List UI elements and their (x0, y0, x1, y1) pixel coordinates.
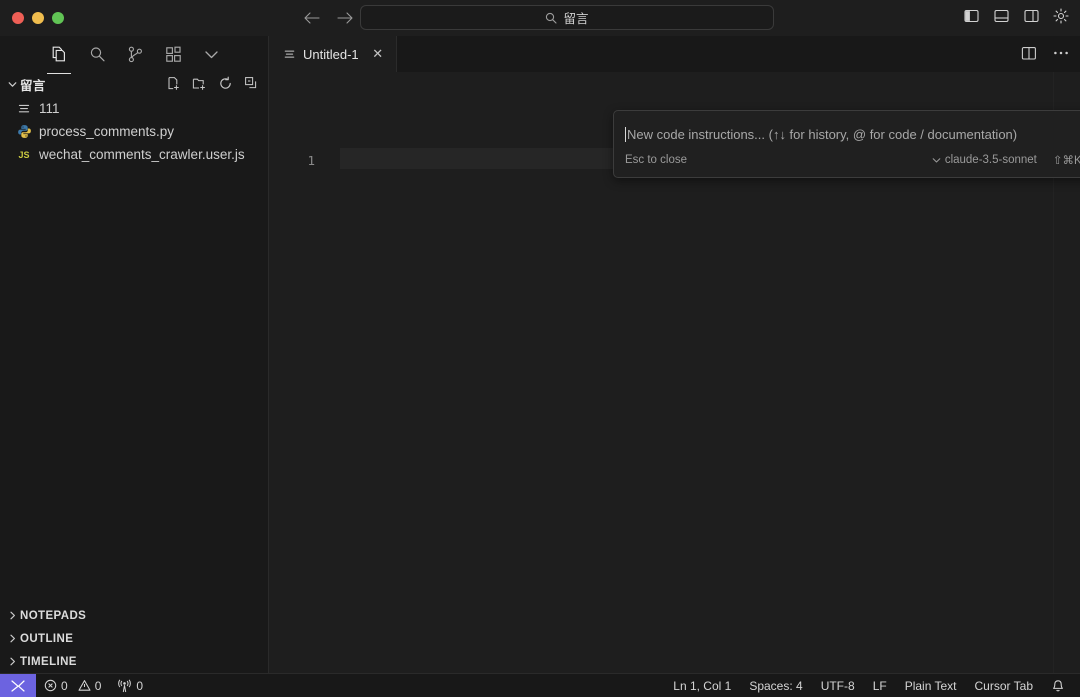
ports-count: 0 (136, 678, 144, 693)
tab-label: Untitled-1 (303, 46, 359, 62)
list-item[interactable]: process_comments.py (0, 120, 268, 143)
search-icon (545, 12, 558, 24)
status-encoding[interactable]: UTF-8 (812, 674, 864, 697)
ai-popup-footer-right: claude-3.5-sonnet ⇧⌘K to toggle (932, 153, 1080, 167)
navigation-buttons (300, 8, 356, 28)
activity-item-search[interactable] (78, 37, 116, 71)
maximize-window-button[interactable] (52, 12, 64, 24)
ai-prompt-input[interactable]: New code instructions... (↑↓ for history… (625, 124, 1080, 144)
javascript-file-icon: JS (16, 147, 32, 163)
status-bar-right: Ln 1, Col 1 Spaces: 4 UTF-8 LF Plain Tex… (664, 674, 1080, 697)
chevron-down-icon (4, 79, 20, 90)
explorer-actions (165, 75, 260, 92)
error-circle-icon (44, 679, 57, 692)
esc-hint-label: Esc to close (625, 154, 687, 166)
error-count: 0 (61, 678, 68, 693)
notifications-bell-icon[interactable] (1042, 674, 1074, 697)
status-language-mode[interactable]: Plain Text (896, 674, 966, 697)
search-input-value: 留言 (563, 12, 589, 26)
inline-ai-prompt-popup[interactable]: ✕ New code instructions... (↑↓ for histo… (613, 110, 1080, 178)
new-file-icon[interactable] (165, 75, 182, 92)
activity-item-explorer[interactable] (40, 37, 78, 74)
model-selector[interactable]: claude-3.5-sonnet (932, 154, 1037, 166)
editor-actions (1020, 44, 1070, 62)
explorer-folder-header[interactable]: 留言 (0, 72, 268, 97)
activity-item-source-control[interactable] (116, 37, 154, 71)
chevron-down-icon (932, 157, 941, 164)
status-cursor-tab[interactable]: Cursor Tab (966, 674, 1042, 697)
refresh-icon[interactable] (217, 75, 234, 92)
text-file-icon (283, 48, 296, 61)
close-window-button[interactable] (12, 12, 24, 24)
layout-panel-bottom-icon[interactable] (992, 7, 1010, 25)
status-bar: 0 0 0 Ln 1, Col 1 Spaces: 4 UTF-8 LF Pla… (0, 673, 1080, 697)
radio-tower-icon (117, 678, 132, 693)
file-name: 111 (39, 101, 60, 116)
line-number: 1 (307, 153, 315, 168)
editor-group: Untitled-1 ✕ 1 ✕ New code ins (269, 36, 1080, 673)
status-end-of-line[interactable]: LF (864, 674, 896, 697)
layout-sidebar-right-icon[interactable] (1022, 7, 1040, 25)
model-name-label: claude-3.5-sonnet (944, 154, 1037, 166)
ai-popup-footer: Esc to close claude-3.5-sonnet ⇧⌘K to to… (625, 152, 1080, 168)
text-file-icon (16, 101, 32, 117)
sidebar-collapsed-sections: NOTEPADS OUTLINE TIMELINE (0, 604, 269, 673)
warning-count: 0 (94, 678, 102, 693)
split-editor-icon[interactable] (1020, 44, 1038, 62)
section-label: OUTLINE (20, 632, 74, 645)
python-file-icon (16, 124, 32, 140)
collapse-all-icon[interactable] (243, 75, 260, 92)
file-name: wechat_comments_crawler.user.js (39, 147, 245, 162)
section-label: NOTEPADS (20, 609, 87, 622)
activity-item-extensions[interactable] (154, 37, 192, 71)
warning-triangle-icon (78, 679, 91, 692)
javascript-badge-label: JS (18, 149, 30, 160)
chevron-right-icon (4, 656, 20, 667)
go-back-icon[interactable] (300, 8, 322, 28)
chevron-right-icon (4, 633, 20, 644)
primary-sidebar: 留言 111 process_comments.py JS wechat_com… (0, 36, 269, 673)
activity-item-more-views[interactable] (192, 37, 230, 71)
text-caret (625, 126, 626, 142)
status-cursor-position[interactable]: Ln 1, Col 1 (664, 674, 740, 697)
sidebar-section-notepads[interactable]: NOTEPADS (0, 604, 269, 627)
status-problems-errors[interactable]: 0 0 (36, 674, 109, 697)
go-forward-icon[interactable] (334, 8, 356, 28)
status-ports-forwarded[interactable]: 0 (109, 674, 151, 697)
status-indentation[interactable]: Spaces: 4 (740, 674, 811, 697)
window-controls (0, 12, 64, 24)
activity-bar (0, 36, 268, 74)
list-item[interactable]: 111 (0, 97, 268, 120)
app-window: 留言 留言 111 process_comments.py JS wechat_… (0, 0, 1080, 697)
minimize-window-button[interactable] (32, 12, 44, 24)
layout-sidebar-left-icon[interactable] (962, 7, 980, 25)
new-folder-icon[interactable] (191, 75, 208, 92)
ellipsis-icon[interactable] (1052, 44, 1070, 62)
section-label: TIMELINE (20, 655, 77, 668)
gear-icon[interactable] (1052, 7, 1070, 25)
file-list: 111 process_comments.py JS wechat_commen… (0, 97, 268, 166)
editor-tab-bar: Untitled-1 ✕ (269, 36, 1080, 72)
tab-untitled-1[interactable]: Untitled-1 ✕ (269, 36, 397, 72)
file-name: process_comments.py (39, 124, 175, 139)
explorer-folder-label: 留言 (20, 79, 46, 93)
status-bar-left: 0 0 0 (0, 673, 151, 697)
command-search-input[interactable]: 留言 (360, 5, 774, 30)
list-item[interactable]: JS wechat_comments_crawler.user.js (0, 143, 268, 166)
sidebar-section-outline[interactable]: OUTLINE (0, 627, 269, 650)
chevron-right-icon (4, 610, 20, 621)
remote-host-icon[interactable] (0, 673, 36, 697)
ai-prompt-placeholder: New code instructions... (↑↓ for history… (627, 126, 1018, 142)
title-bar: 留言 (0, 0, 1080, 36)
toggle-hint-label: ⇧⌘K to toggle (1052, 155, 1080, 167)
close-icon[interactable]: ✕ (370, 46, 386, 62)
sidebar-section-timeline[interactable]: TIMELINE (0, 650, 269, 673)
layout-actions (962, 7, 1070, 25)
